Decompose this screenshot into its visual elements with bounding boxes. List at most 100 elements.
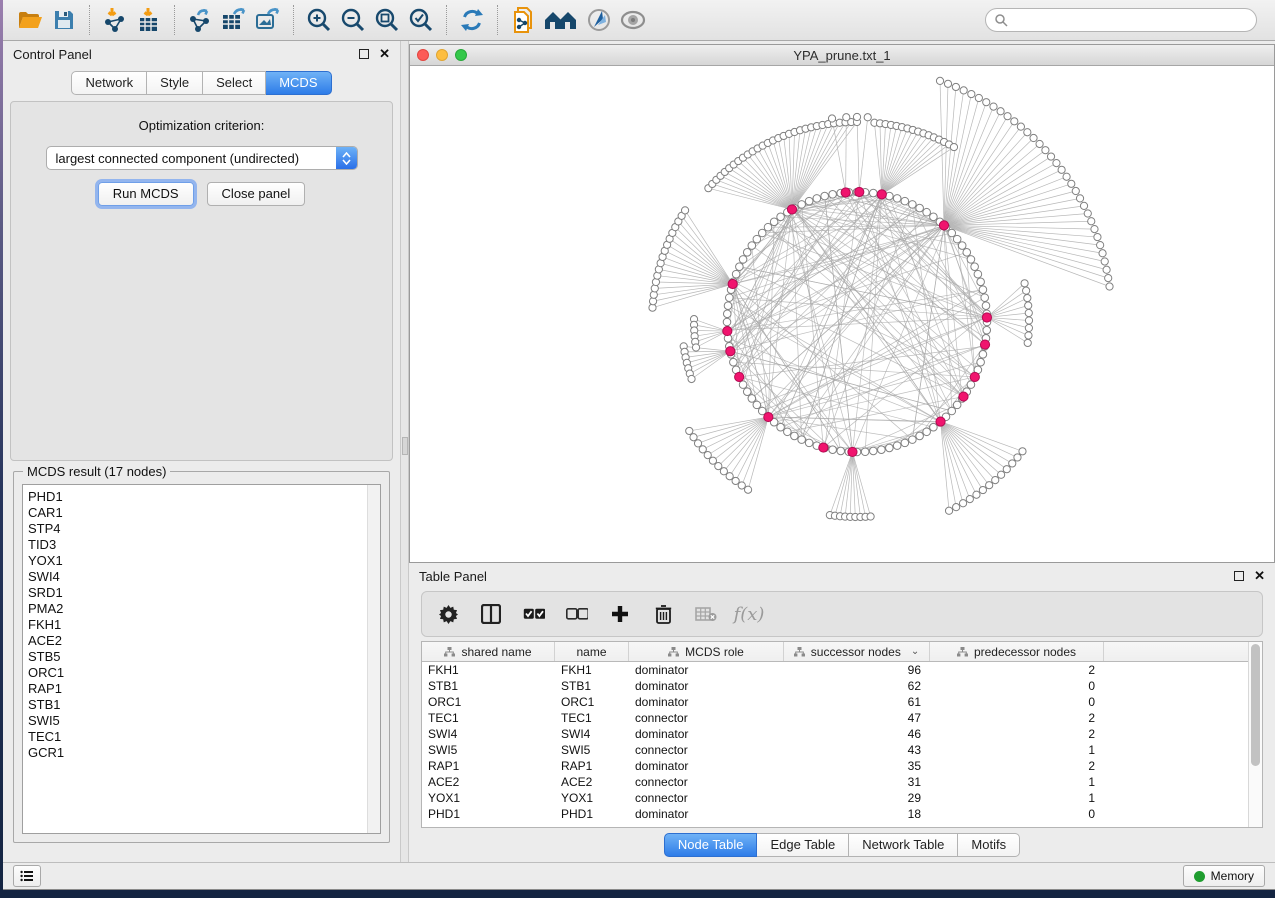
network-home-icon[interactable] xyxy=(540,4,582,36)
table-tab-motifs[interactable]: Motifs xyxy=(958,833,1020,857)
sort-menu-chevron-icon[interactable]: ⌄ xyxy=(911,646,919,657)
criterion-dropdown[interactable]: largest connected component (undirected) xyxy=(46,146,358,170)
table-cell: 2 xyxy=(930,726,1104,742)
hide-annotations-icon[interactable] xyxy=(582,4,616,36)
toolbar-separator xyxy=(89,5,90,35)
zoom-fit-icon[interactable] xyxy=(370,4,404,36)
zoom-out-icon[interactable] xyxy=(336,4,370,36)
table-row[interactable]: SWI5SWI5connector431 xyxy=(422,742,1248,758)
delete-column-trash-icon[interactable] xyxy=(651,602,675,626)
table-cell: ACE2 xyxy=(555,774,629,790)
export-table-icon[interactable] xyxy=(217,4,251,36)
column-header-name[interactable]: name xyxy=(555,642,629,661)
open-session-icon[interactable] xyxy=(13,4,47,36)
table-panel-float-icon[interactable] xyxy=(1234,571,1244,581)
mcds-result-node[interactable]: STB1 xyxy=(28,697,367,713)
table-panel-close-icon[interactable]: ✕ xyxy=(1254,571,1265,581)
table-cell: PHD1 xyxy=(422,806,555,822)
select-all-rows-icon[interactable] xyxy=(522,602,546,626)
table-row[interactable]: STB1STB1dominator620 xyxy=(422,678,1248,694)
mcds-result-node[interactable]: TID3 xyxy=(28,537,367,553)
table-cell: connector xyxy=(629,790,784,806)
table-cell: ORC1 xyxy=(422,694,555,710)
mcds-result-node[interactable]: YOX1 xyxy=(28,553,367,569)
mcds-result-node[interactable]: SWI5 xyxy=(28,713,367,729)
mcds-result-node[interactable]: PHD1 xyxy=(28,489,367,505)
table-row[interactable]: ORC1ORC1dominator610 xyxy=(422,694,1248,710)
export-network-icon[interactable] xyxy=(183,4,217,36)
table-cell xyxy=(1104,742,1248,758)
table-row[interactable]: TEC1TEC1connector472 xyxy=(422,710,1248,726)
zoom-selected-icon[interactable] xyxy=(404,4,438,36)
table-tab-edge-table[interactable]: Edge Table xyxy=(757,833,849,857)
tab-style[interactable]: Style xyxy=(147,71,203,95)
table-cell: TEC1 xyxy=(555,710,629,726)
result-list-scrollbar[interactable] xyxy=(367,485,380,833)
splitter-handle-icon[interactable] xyxy=(402,437,408,455)
table-tab-network-table[interactable]: Network Table xyxy=(849,833,958,857)
window-close-icon[interactable] xyxy=(417,49,429,61)
network-window-titlebar[interactable]: YPA_prune.txt_1 xyxy=(410,45,1274,66)
mcds-result-node[interactable]: STB5 xyxy=(28,649,367,665)
mcds-result-node[interactable]: RAP1 xyxy=(28,681,367,697)
table-row[interactable]: PHD1PHD1dominator180 xyxy=(422,806,1248,822)
mcds-result-node[interactable]: ORC1 xyxy=(28,665,367,681)
table-tab-node-table[interactable]: Node Table xyxy=(664,833,758,857)
save-session-icon[interactable] xyxy=(47,4,81,36)
split-table-view-icon[interactable] xyxy=(479,602,503,626)
refresh-view-icon[interactable] xyxy=(455,4,489,36)
zoom-in-icon[interactable] xyxy=(302,4,336,36)
table-row[interactable]: YOX1YOX1connector291 xyxy=(422,790,1248,806)
column-header-MCDS-role[interactable]: MCDS role xyxy=(629,642,784,661)
tab-select[interactable]: Select xyxy=(203,71,266,95)
function-builder-icon: f(x) xyxy=(737,602,761,626)
memory-status-button[interactable]: Memory xyxy=(1183,865,1265,887)
table-row[interactable]: RAP1RAP1dominator352 xyxy=(422,758,1248,774)
add-column-icon[interactable] xyxy=(608,602,632,626)
show-graphics-details-icon[interactable] xyxy=(616,4,650,36)
table-cell: 2 xyxy=(930,758,1104,774)
table-row[interactable]: SWI4SWI4dominator462 xyxy=(422,726,1248,742)
mcds-result-node[interactable]: STP4 xyxy=(28,521,367,537)
application-window: Control Panel ✕ NetworkStyleSelectMCDS O… xyxy=(3,0,1275,890)
table-row[interactable]: ACE2ACE2connector311 xyxy=(422,774,1248,790)
mcds-result-node[interactable]: CAR1 xyxy=(28,505,367,521)
network-canvas[interactable] xyxy=(410,66,1274,562)
mcds-result-node[interactable]: SRD1 xyxy=(28,585,367,601)
table-settings-gear-icon[interactable] xyxy=(436,602,460,626)
table-scrollbar-thumb[interactable] xyxy=(1251,644,1260,766)
table-cell: 2 xyxy=(930,710,1104,726)
mcds-result-node[interactable]: ACE2 xyxy=(28,633,367,649)
table-toolbar: f(x) xyxy=(421,591,1263,637)
mcds-result-node[interactable]: TEC1 xyxy=(28,729,367,745)
mcds-result-list[interactable]: PHD1CAR1STP4TID3YOX1SWI4SRD1PMA2FKH1ACE2… xyxy=(23,485,367,833)
export-image-icon[interactable] xyxy=(251,4,285,36)
table-cell xyxy=(1104,662,1248,678)
table-row[interactable]: FKH1FKH1dominator962 xyxy=(422,662,1248,678)
mcds-result-node[interactable]: SWI4 xyxy=(28,569,367,585)
search-field[interactable] xyxy=(985,8,1257,32)
close-panel-button[interactable]: Close panel xyxy=(207,182,306,206)
new-network-from-selection-icon[interactable] xyxy=(506,4,540,36)
control-panel-float-icon[interactable] xyxy=(359,49,369,59)
tab-mcds[interactable]: MCDS xyxy=(266,71,331,95)
run-mcds-button[interactable]: Run MCDS xyxy=(98,182,194,206)
window-zoom-icon[interactable] xyxy=(455,49,467,61)
import-network-icon[interactable] xyxy=(98,4,132,36)
panel-splitter[interactable] xyxy=(400,41,409,862)
table-cell: STB1 xyxy=(422,678,555,694)
column-header-shared-name[interactable]: shared name xyxy=(422,642,555,661)
deselect-all-rows-icon[interactable] xyxy=(565,602,589,626)
mcds-result-node[interactable]: GCR1 xyxy=(28,745,367,761)
mcds-result-node[interactable]: FKH1 xyxy=(28,617,367,633)
window-minimize-icon[interactable] xyxy=(436,49,448,61)
import-table-icon[interactable] xyxy=(132,4,166,36)
search-input[interactable] xyxy=(1008,13,1256,27)
task-history-icon[interactable] xyxy=(13,865,41,887)
column-header-successor-nodes[interactable]: successor nodes⌄ xyxy=(784,642,930,661)
column-header-predecessor-nodes[interactable]: predecessor nodes xyxy=(930,642,1104,661)
mcds-result-node[interactable]: PMA2 xyxy=(28,601,367,617)
control-panel-close-icon[interactable]: ✕ xyxy=(379,49,390,59)
table-scrollbar[interactable] xyxy=(1248,642,1262,827)
tab-network[interactable]: Network xyxy=(71,71,147,95)
